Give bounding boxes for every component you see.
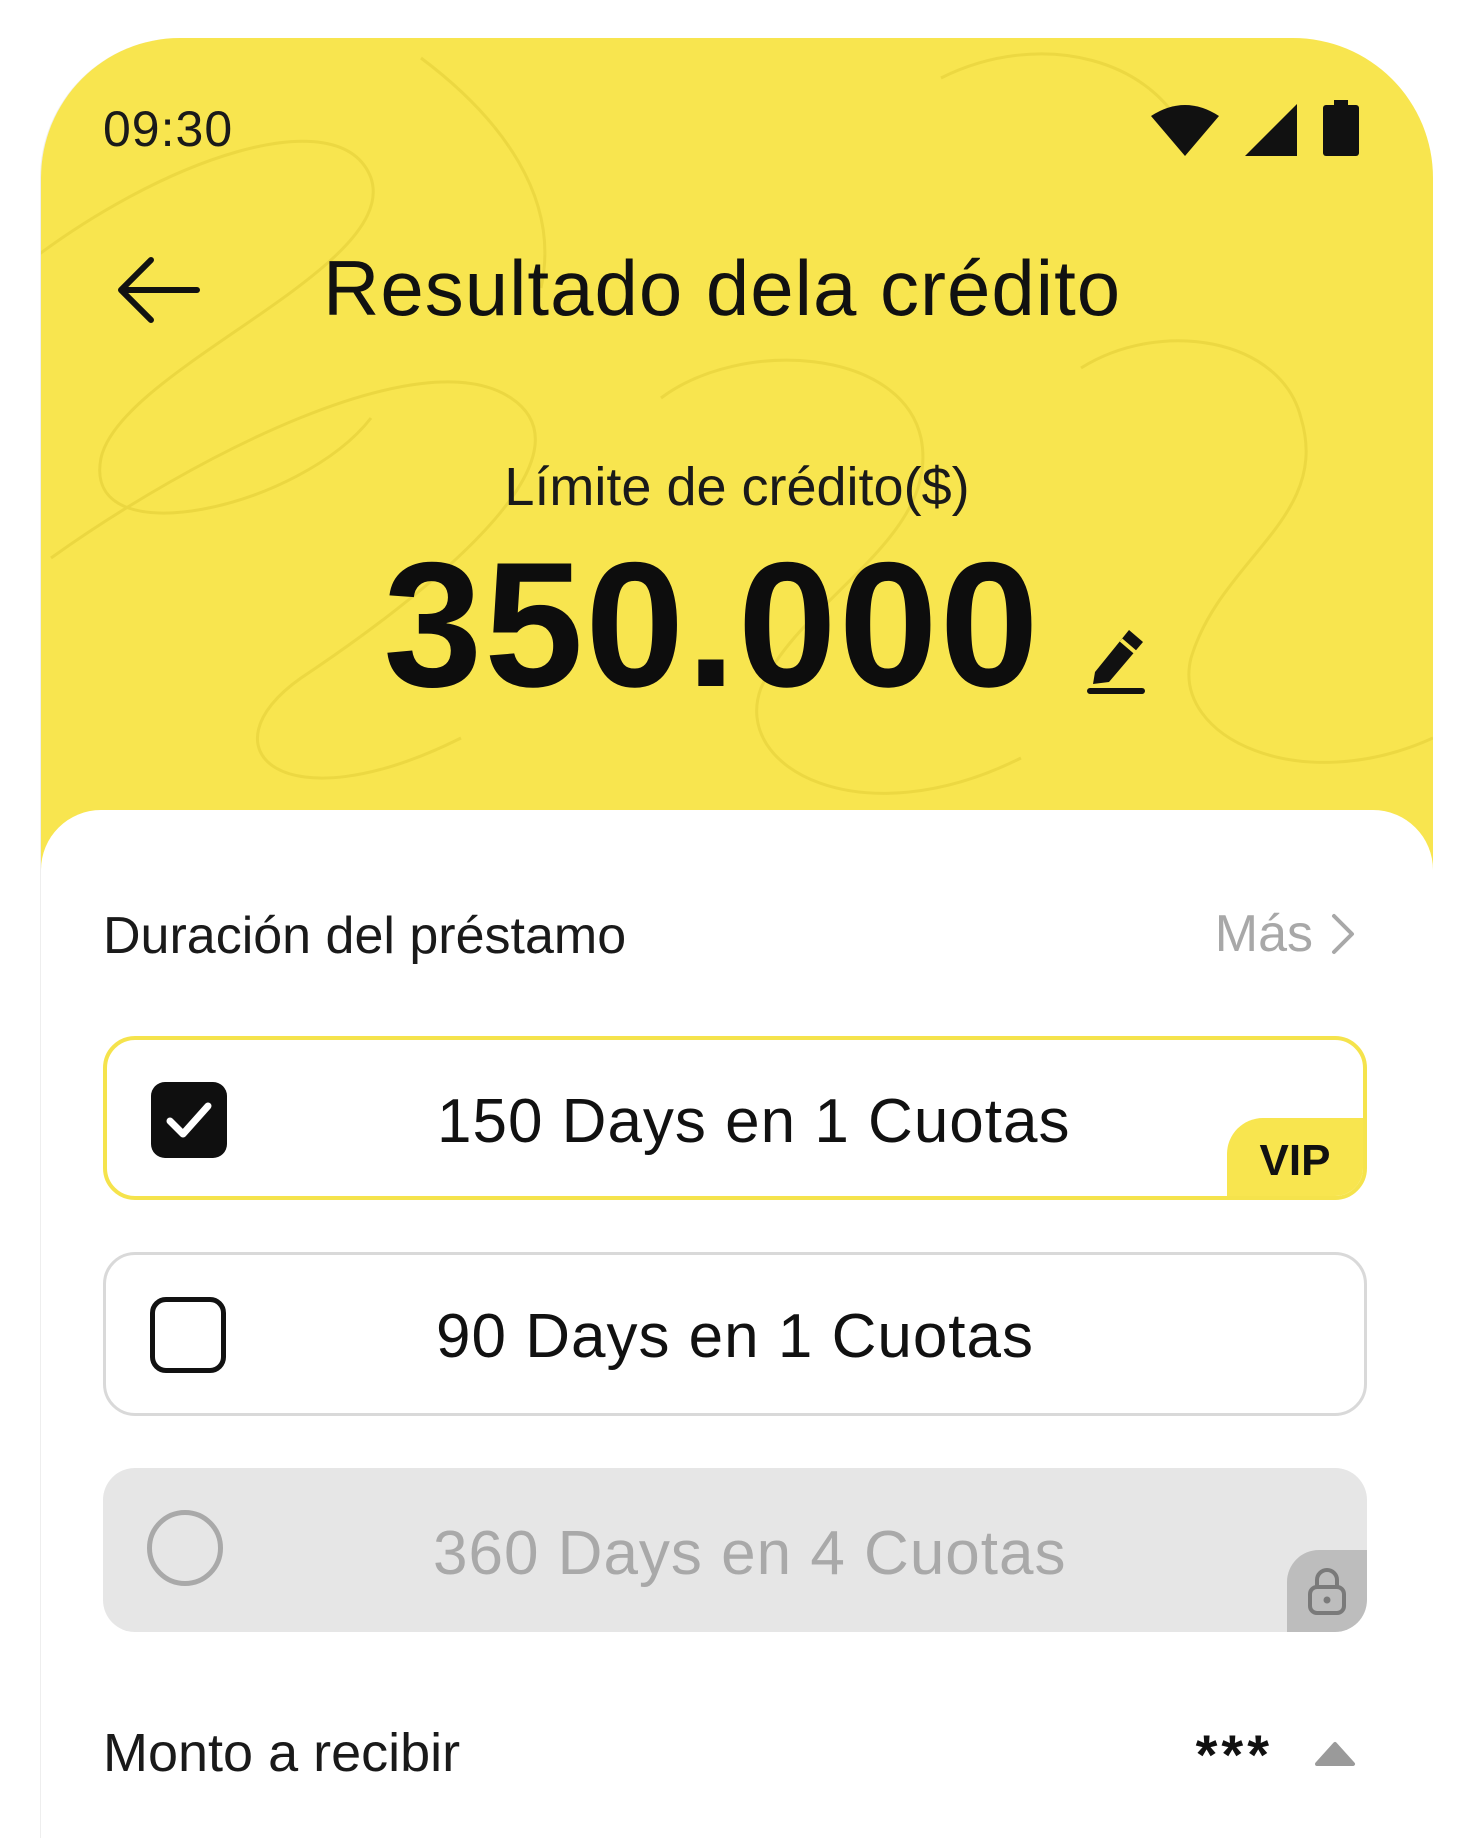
checkmark-icon xyxy=(166,1102,212,1138)
caret-up-icon[interactable] xyxy=(1313,1740,1357,1770)
more-label: Más xyxy=(1214,905,1313,963)
phone-screen: 09:30 Resultado dela crédito Límite de c… xyxy=(40,38,1433,1838)
checkbox-unchecked[interactable] xyxy=(150,1297,226,1373)
amount-label: Monto a recibir xyxy=(103,1723,461,1783)
back-arrow-icon[interactable] xyxy=(113,250,203,330)
duration-option-360-days-locked[interactable]: 360 Days en 4 Cuotas xyxy=(103,1468,1367,1632)
chevron-right-icon xyxy=(1332,914,1354,954)
loan-duration-title: Duración del préstamo xyxy=(103,907,627,965)
credit-limit-value: 350.000 xyxy=(383,525,1041,724)
status-time: 09:30 xyxy=(103,101,234,157)
duration-option-150-days[interactable]: 150 Days en 1 Cuotas VIP xyxy=(103,1036,1367,1200)
status-icons xyxy=(1151,100,1359,156)
battery-icon xyxy=(1323,100,1359,156)
lock-badge xyxy=(1287,1550,1367,1632)
lock-icon xyxy=(1308,1568,1346,1615)
checkbox-checked[interactable] xyxy=(151,1082,227,1158)
signal-icon xyxy=(1245,104,1297,156)
duration-option-90-days[interactable]: 90 Days en 1 Cuotas xyxy=(103,1252,1367,1416)
credit-limit-label: Límite de crédito($) xyxy=(504,457,970,517)
credit-limit-row: 350.000 xyxy=(41,536,1433,714)
loan-card: Duración del préstamo Más 150 Days en 1 … xyxy=(41,810,1433,1838)
more-link[interactable]: Más xyxy=(1215,904,1355,964)
amount-value: *** xyxy=(1195,1723,1273,1786)
page-title: Resultado dela crédito xyxy=(323,244,1122,332)
radio-disabled xyxy=(147,1510,223,1586)
pencil-icon[interactable] xyxy=(1081,616,1151,696)
header: 09:30 Resultado dela crédito Límite de c… xyxy=(41,38,1433,878)
duration-option-label: 90 Days en 1 Cuotas xyxy=(436,1302,1035,1371)
duration-option-label: 150 Days en 1 Cuotas xyxy=(437,1087,1071,1156)
duration-option-label: 360 Days en 4 Cuotas xyxy=(433,1519,1067,1588)
wifi-icon xyxy=(1151,105,1219,156)
vip-badge: VIP xyxy=(1227,1118,1363,1196)
